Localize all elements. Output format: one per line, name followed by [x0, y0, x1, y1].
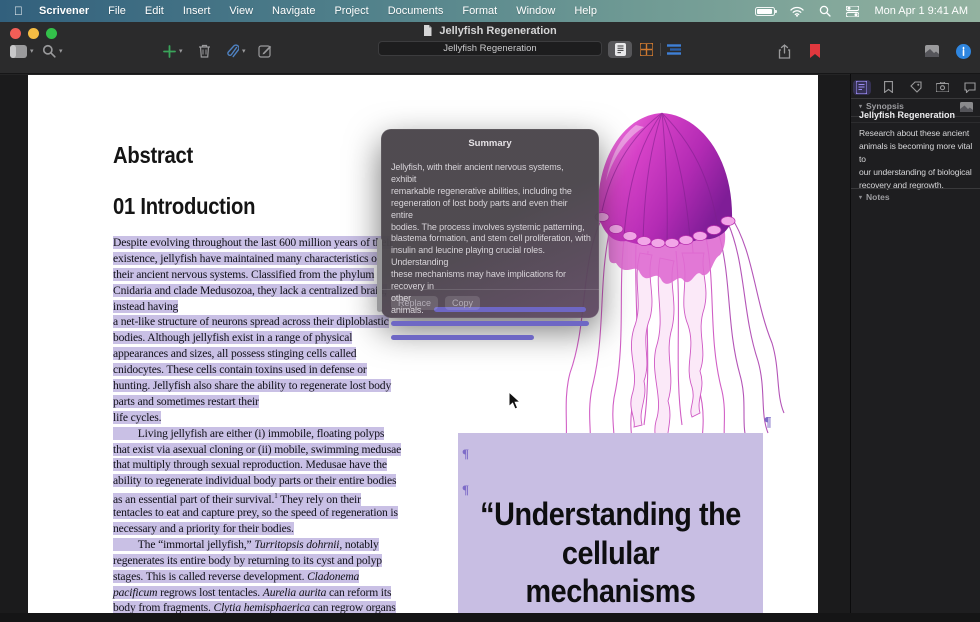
- heading-introduction: 01 Introduction: [113, 193, 255, 220]
- pilcrow-mark: ¶: [462, 482, 469, 498]
- synopsis-text[interactable]: Research about these ancientanimals is b…: [859, 127, 980, 192]
- share-button[interactable]: [778, 42, 791, 60]
- text-line[interactable]: a net-like structure of neurons spread a…: [113, 314, 401, 330]
- pilcrow-mark: ¶: [764, 415, 772, 431]
- menu-help[interactable]: Help: [574, 5, 597, 17]
- text-line[interactable]: pacificum regrows lost tentacles. Aureli…: [113, 585, 401, 601]
- text-line[interactable]: as an essential part of their survival.1…: [113, 489, 401, 505]
- trash-button[interactable]: [198, 42, 211, 60]
- text-line[interactable]: life cycles.: [113, 410, 401, 426]
- replace-button[interactable]: Replace: [391, 296, 438, 310]
- binder-toggle-button[interactable]: ▾: [10, 42, 34, 60]
- view-mode-separator: [660, 43, 661, 56]
- text-line[interactable]: hunting. Jellyfish also share the abilit…: [113, 378, 401, 394]
- mouse-cursor: [508, 391, 521, 410]
- inspector-tab-comments-icon[interactable]: [961, 80, 979, 95]
- menu-file[interactable]: File: [108, 5, 126, 17]
- menu-insert[interactable]: Insert: [183, 5, 211, 17]
- notes-section-header[interactable]: ▾Notes: [859, 192, 890, 202]
- pull-quote-line: “Understanding the: [473, 495, 748, 534]
- inspector-tab-bookmarks-icon[interactable]: [880, 80, 898, 95]
- body-text[interactable]: Despite evolving throughout the last 600…: [113, 235, 401, 616]
- popup-scrollbar[interactable]: [377, 238, 382, 312]
- document-icon: [423, 25, 432, 36]
- apple-menu-icon[interactable]: : [14, 4, 23, 18]
- compose-button[interactable]: [258, 42, 272, 60]
- wifi-icon[interactable]: [790, 6, 804, 17]
- inspector-tab-metadata-icon[interactable]: [907, 80, 925, 95]
- text-line[interactable]: appearances and sizes, all possess sting…: [113, 346, 401, 362]
- popup-divider: [381, 289, 599, 290]
- text-line[interactable]: bodies. Although jellyfish exist in a ra…: [113, 330, 401, 346]
- inspector-tab-snapshots-icon[interactable]: [934, 80, 952, 95]
- menu-bar:  Scrivener File Edit Insert View Navigate Pro…: [0, 0, 980, 22]
- pull-quote-block[interactable]: ¶ ¶ “Understanding thecellular mechanism…: [458, 433, 763, 622]
- inspector-tab-synopsis-icon[interactable]: [853, 80, 871, 95]
- quick-reference-button[interactable]: [925, 42, 939, 60]
- project-search-field[interactable]: Jellyfish Regeneration: [378, 41, 602, 56]
- bookmark-button[interactable]: [810, 42, 820, 60]
- copy-button[interactable]: Copy: [445, 296, 480, 310]
- menu-items: Scrivener File Edit Insert View Navigate Proje…: [39, 5, 597, 17]
- spotlight-search-icon[interactable]: [819, 5, 831, 17]
- text-line[interactable]: cnidocytes. These cells contain toxins u…: [113, 362, 401, 378]
- text-line[interactable]: instead having: [113, 299, 401, 315]
- menu-scrivener[interactable]: Scrivener: [39, 5, 89, 17]
- menu-format[interactable]: Format: [462, 5, 497, 17]
- inspector-info-button[interactable]: [956, 42, 971, 60]
- menu-view[interactable]: View: [229, 5, 253, 17]
- text-line[interactable]: Living jellyfish are either (i) immobile…: [113, 426, 401, 442]
- text-line[interactable]: Despite evolving throughout the last 600…: [113, 235, 401, 251]
- text-line[interactable]: their ancient nervous systems. Classifie…: [113, 267, 401, 283]
- summary-popup: Summary Jellyfish, with their ancient ne…: [381, 129, 599, 318]
- generation-progress-bar: [391, 321, 589, 326]
- menu-edit[interactable]: Edit: [145, 5, 164, 17]
- pull-quote-text: “Understanding thecellular mechanismstha…: [473, 495, 748, 622]
- text-line[interactable]: parts and sometimes restart their: [113, 394, 401, 410]
- menu-clock[interactable]: Mon Apr 1 9:41 AM: [874, 5, 968, 17]
- generation-progress-bar: [391, 335, 534, 340]
- menu-window[interactable]: Window: [516, 5, 555, 17]
- menu-navigate[interactable]: Navigate: [272, 5, 315, 17]
- control-center-icon[interactable]: [846, 6, 859, 17]
- window-bottom-edge: [0, 613, 980, 622]
- menu-documents[interactable]: Documents: [388, 5, 444, 17]
- view-mode-document-button[interactable]: [608, 41, 632, 58]
- text-line[interactable]: stages. This is called reverse developme…: [113, 569, 401, 585]
- text-line[interactable]: that multiply through sexual reproductio…: [113, 457, 401, 473]
- menu-project[interactable]: Project: [334, 5, 368, 17]
- view-mode-outline-button[interactable]: [662, 41, 686, 58]
- synopsis-title[interactable]: Jellyfish Regeneration: [859, 110, 955, 120]
- summary-popup-title: Summary: [381, 138, 599, 149]
- text-line[interactable]: that exist via asexual cloning or (ii) m…: [113, 442, 401, 458]
- window-title: Jellyfish Regeneration: [0, 25, 980, 37]
- heading-abstract: Abstract: [113, 142, 193, 169]
- add-item-button[interactable]: ▾: [163, 42, 183, 60]
- view-mode-corkboard-button[interactable]: [634, 41, 658, 58]
- text-line[interactable]: regenerates its entire body by returning…: [113, 553, 401, 569]
- text-line[interactable]: tentacles to eat and capture prey, so th…: [113, 505, 401, 521]
- text-line[interactable]: The “immortal jellyfish,” Turritopsis do…: [113, 537, 401, 553]
- text-line[interactable]: Cnidaria and clade Medusozoa, they lack …: [113, 283, 401, 299]
- screen: { "menu_bar": { "items": ["Scrivener","F…: [0, 0, 980, 622]
- pull-quote-line: cellular mechanisms: [473, 534, 748, 611]
- battery-icon[interactable]: [755, 7, 775, 16]
- text-line[interactable]: necessary and a priority for their bodie…: [113, 521, 401, 537]
- summary-popup-body: Jellyfish, with their ancient nervous sy…: [391, 162, 591, 345]
- pilcrow-mark: ¶: [462, 446, 469, 462]
- attachment-button[interactable]: ▾: [227, 42, 246, 60]
- inspector-panel: ▾Synopsis Jellyfish Regeneration Researc…: [850, 74, 980, 622]
- synopsis-image-icon[interactable]: [960, 102, 973, 112]
- text-line[interactable]: ability to regenerate individual body pa…: [113, 473, 401, 489]
- toolbar-search-button[interactable]: ▾: [42, 42, 63, 60]
- text-line[interactable]: existence, jellyfish have maintained man…: [113, 251, 401, 267]
